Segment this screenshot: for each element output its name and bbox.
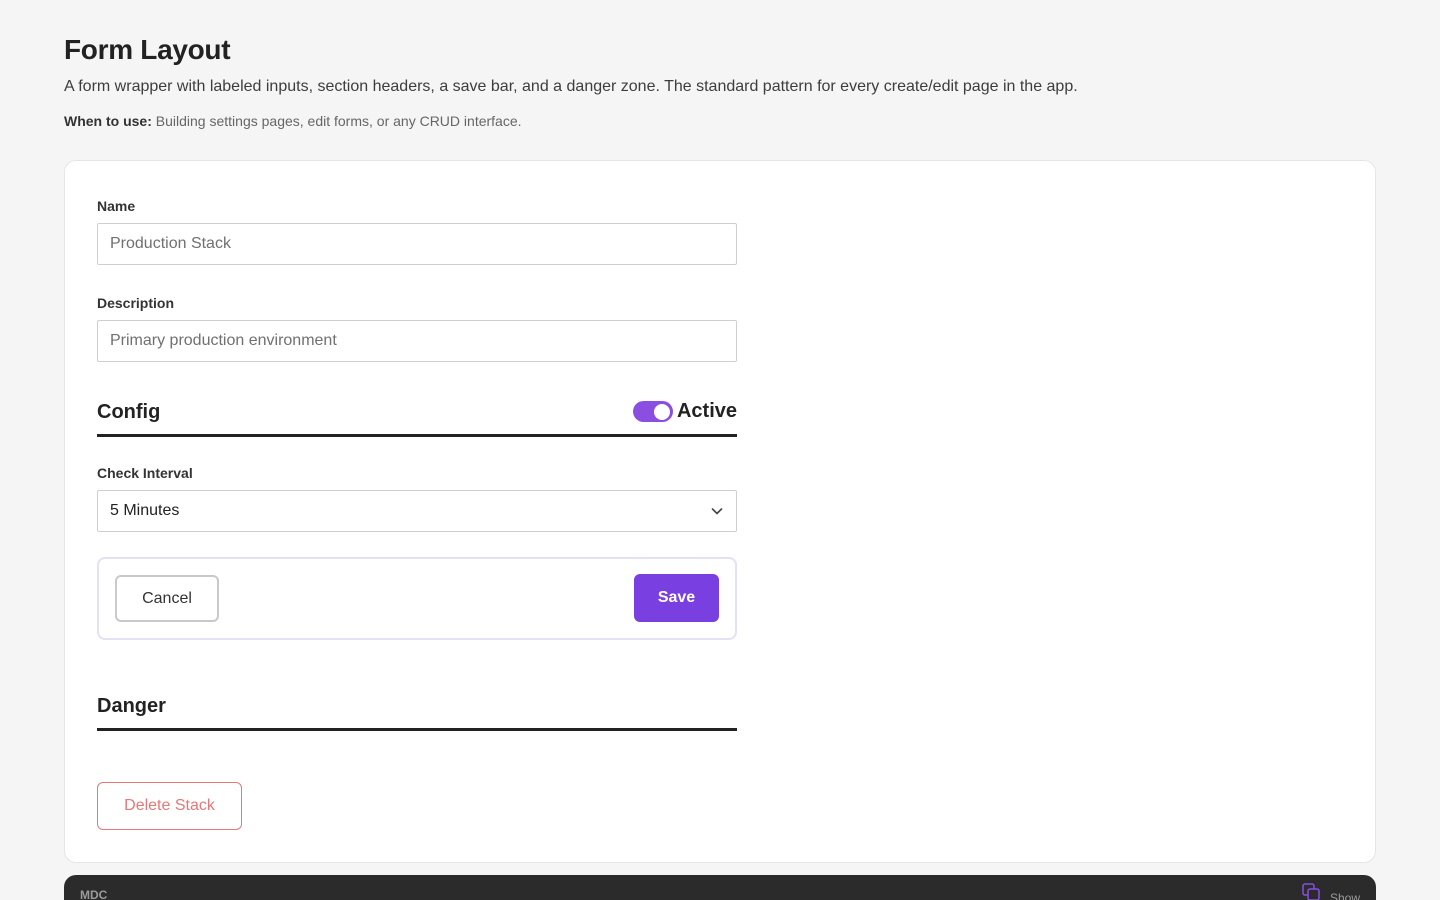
config-section-header: Config Active	[97, 400, 737, 437]
active-toggle-label: Active	[676, 400, 737, 422]
save-button[interactable]: Save	[634, 574, 719, 622]
when-to-use-text: Building settings pages, edit forms, or …	[151, 113, 522, 129]
code-actions: Show	[1302, 883, 1360, 900]
name-label: Name	[97, 198, 136, 214]
description-input[interactable]	[97, 320, 737, 362]
check-interval-value: 5 Minutes	[110, 502, 180, 519]
delete-stack-button[interactable]: Delete Stack	[97, 782, 242, 830]
page-title: Form Layout	[64, 34, 231, 65]
description-label: Description	[97, 295, 175, 311]
copy-icon[interactable]	[1302, 883, 1322, 900]
config-section-title: Config	[97, 400, 161, 423]
danger-section-title: Danger	[97, 694, 166, 717]
save-bar: Cancel Save	[97, 557, 737, 640]
code-panel: MDC Show	[64, 875, 1376, 900]
show-code-link[interactable]: Show	[1330, 891, 1360, 900]
active-toggle-group: Active	[632, 400, 737, 423]
danger-section-header: Danger	[97, 695, 737, 731]
page-description: A form wrapper with labeled inputs, sect…	[64, 78, 1078, 95]
check-interval-label: Check Interval	[97, 465, 193, 481]
code-language-label: MDC	[80, 888, 108, 900]
page-header: Form Layout A form wrapper with labeled …	[64, 30, 1376, 131]
form-card: Name Description Config Active Check Int…	[64, 160, 1376, 863]
chevron-down-icon	[711, 508, 723, 515]
active-toggle[interactable]	[632, 401, 673, 422]
when-to-use-label: When to use:	[64, 113, 152, 129]
when-to-use: When to use: Building settings pages, ed…	[64, 111, 1376, 131]
name-input[interactable]	[97, 223, 737, 265]
toggle-knob	[653, 403, 670, 420]
check-interval-select[interactable]: 5 Minutes	[97, 490, 737, 532]
cancel-button[interactable]: Cancel	[115, 575, 219, 622]
